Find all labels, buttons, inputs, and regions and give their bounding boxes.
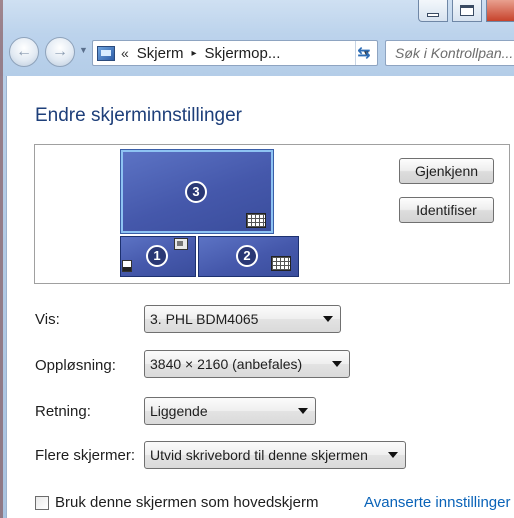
resolution-label: Oppløsning: [35,357,116,374]
advanced-settings-link[interactable]: Avanserte innstillinger [364,494,510,511]
address-bar[interactable]: « Skjerm ▸ Skjermop... ▼ [92,40,378,66]
page-title: Endre skjerminnstillinger [35,105,242,126]
address-overflow-chevron[interactable]: « [121,45,129,61]
display-label: Vis: [35,311,60,328]
multiple-displays-select[interactable]: Utvid skrivebord til denne skjermen [144,441,406,469]
resolution-select-value: 3840 × 2160 (anbefales) [150,356,303,372]
refresh-icon[interactable]: ⇆ [350,40,378,66]
back-button[interactable]: ← [9,37,39,67]
display-icon [174,238,188,250]
forward-arrow-icon: → [52,43,68,60]
display-select[interactable]: 3. PHL BDM4065 [144,305,341,333]
forward-button[interactable]: → [45,37,75,67]
primary-display-checkbox-label[interactable]: Bruk denne skjermen som hovedskjerm [55,494,318,511]
multiple-displays-label: Flere skjermer: [35,447,136,464]
display-select-value: 3. PHL BDM4065 [150,311,259,327]
orientation-select[interactable]: Liggende [144,397,316,425]
breadcrumb-skjerm[interactable]: Skjerm [137,45,184,62]
orientation-select-value: Liggende [150,403,208,419]
back-arrow-icon: ← [16,43,32,60]
detect-button[interactable]: Gjenkjenn [399,158,494,184]
minimize-button[interactable] [418,0,448,22]
keyboard-icon [246,213,266,228]
close-button[interactable] [486,0,514,22]
maximize-icon [460,5,474,16]
device-icon [122,260,132,272]
search-input[interactable]: Søk i Kontrollpan... [385,40,514,66]
breadcrumb-skjermoppløsning[interactable]: Skjermop... [205,45,281,62]
monitor-2-number-badge: 2 [236,245,258,267]
chevron-down-icon [388,452,398,458]
chevron-down-icon [323,316,333,322]
chevron-down-icon [332,361,342,367]
resolution-select[interactable]: 3840 × 2160 (anbefales) [144,350,350,378]
keyboard-icon [271,256,291,271]
primary-display-checkbox[interactable] [35,496,49,510]
minimize-icon [427,12,439,17]
control-panel-icon [97,45,115,61]
monitor-3-number-badge: 3 [185,181,207,203]
chevron-down-icon [298,408,308,414]
maximize-button[interactable] [452,0,482,22]
identify-button[interactable]: Identifiser [399,197,494,223]
breadcrumb-separator-icon[interactable]: ▸ [191,48,196,59]
orientation-label: Retning: [35,403,91,420]
recent-pages-dropdown-icon[interactable]: ▼ [79,45,88,55]
window-left-edge [0,0,3,518]
monitor-1-number-badge: 1 [146,245,168,267]
multiple-displays-select-value: Utvid skrivebord til denne skjermen [150,447,368,463]
